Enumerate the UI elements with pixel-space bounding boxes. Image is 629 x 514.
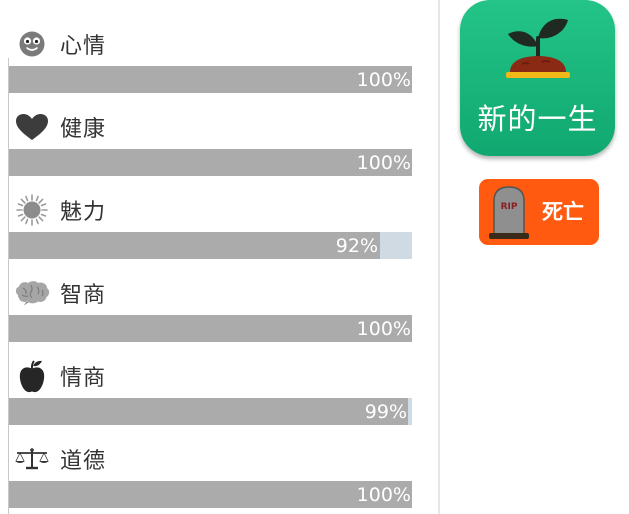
death-button[interactable]: RIP 死亡 — [479, 179, 599, 245]
heart-icon — [14, 109, 50, 145]
stat-name: 健康 — [60, 117, 107, 142]
new-life-button[interactable]: 新的一生 — [460, 0, 615, 156]
stats-panel: 心情 100% 健康 100% 魅力 92% 智商 100% 情商 99% 道德… — [0, 0, 440, 514]
stat-name: 智商 — [60, 283, 107, 308]
stat-name: 情商 — [60, 366, 107, 391]
stat-morality: 道德 100% — [0, 415, 440, 508]
balance-scale-icon — [14, 441, 50, 477]
new-life-label: 新的一生 — [477, 102, 598, 136]
stat-eq: 情商 99% — [0, 332, 440, 425]
stat-name: 魅力 — [60, 200, 107, 225]
stat-percent: 100% — [356, 484, 411, 506]
tombstone-icon: RIP — [489, 186, 529, 239]
death-label: 死亡 — [542, 200, 584, 224]
tombstone-text: RIP — [501, 202, 518, 212]
stat-iq: 智商 100% — [0, 249, 440, 342]
stat-charm: 魅力 92% — [0, 166, 440, 259]
stat-health: 健康 100% — [0, 83, 440, 176]
stat-bar-fill — [9, 481, 412, 508]
brain-icon — [14, 275, 50, 311]
stat-name: 道德 — [60, 449, 107, 474]
sun-icon — [14, 192, 50, 228]
stat-mood: 心情 100% — [0, 0, 440, 93]
stat-name: 心情 — [60, 34, 107, 59]
apple-icon — [14, 358, 50, 394]
stat-bar: 100% — [9, 481, 412, 508]
smiley-face-icon — [14, 26, 50, 62]
sprout-icon — [506, 18, 570, 78]
